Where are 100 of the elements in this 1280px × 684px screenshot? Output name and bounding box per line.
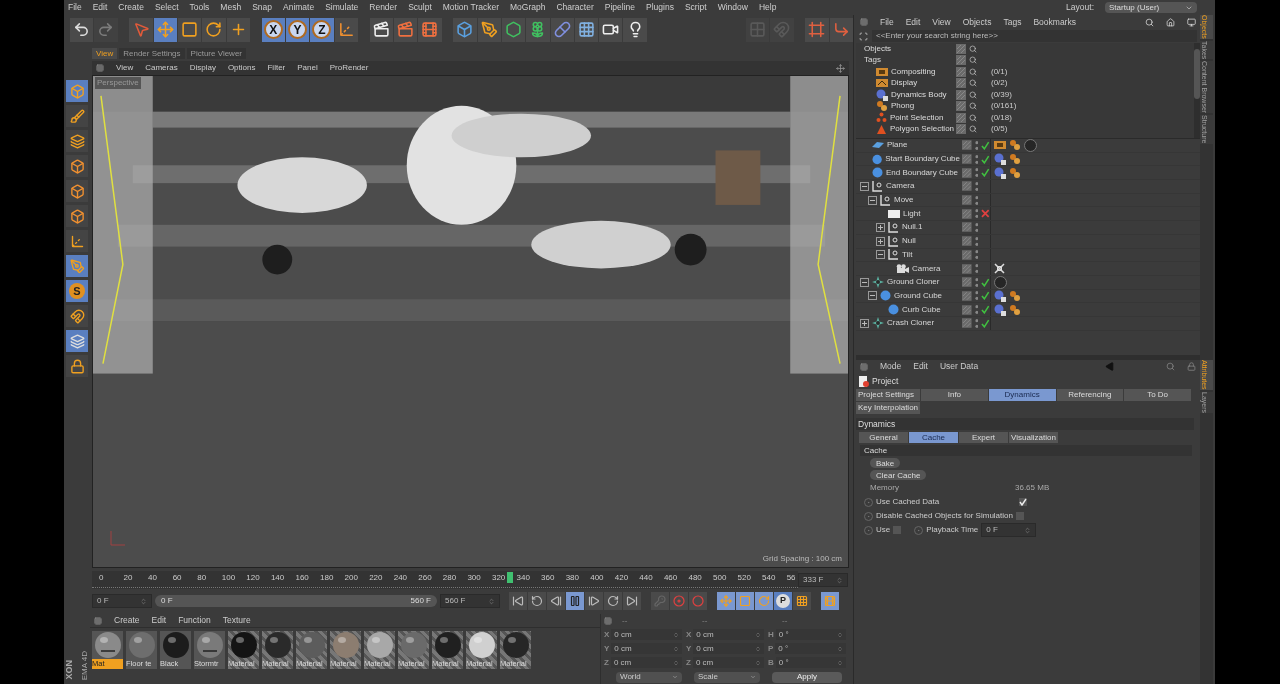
expand-toggle-icon[interactable] [868, 195, 877, 205]
panel-menu-icon[interactable] [860, 362, 868, 371]
check-icon[interactable] [981, 305, 990, 315]
corner-arrow-button[interactable] [829, 17, 853, 42]
tag-icon[interactable] [1009, 153, 1021, 166]
menu-item[interactable]: Simulate [325, 1, 359, 14]
filter-label[interactable]: Compositing [891, 65, 936, 78]
expand-toggle-icon[interactable] [860, 318, 869, 328]
menu-item[interactable]: Help [758, 1, 777, 14]
scrollbar-thumb[interactable] [1194, 49, 1200, 99]
visibility-icon[interactable] [962, 222, 972, 233]
panel-menu-icon[interactable] [94, 616, 102, 625]
attribute-tab[interactable]: Referencing [1056, 389, 1124, 401]
coordinate-field[interactable]: 0 cm [611, 629, 682, 640]
material-menu-item[interactable]: Function [178, 614, 211, 627]
pan-icon[interactable] [836, 63, 845, 73]
pen-tool[interactable] [477, 17, 501, 42]
render-dots-icon[interactable] [974, 167, 979, 179]
playback-time-field[interactable]: 0 F [981, 523, 1037, 537]
visibility-icon[interactable] [962, 318, 972, 329]
visibility-icon[interactable] [962, 154, 972, 165]
check-icon[interactable] [981, 277, 990, 287]
search-icon[interactable] [1145, 17, 1154, 27]
attribute-tab[interactable]: Info [921, 389, 988, 401]
viewport-tab[interactable]: Picture Viewer [186, 48, 246, 59]
render-dots-icon[interactable] [974, 235, 979, 247]
viewport-menu-item[interactable]: Options [227, 62, 256, 74]
render-dots-icon[interactable] [974, 180, 979, 192]
visibility-icon[interactable] [956, 112, 966, 123]
menu-item[interactable]: File [68, 1, 82, 14]
object-name[interactable]: Ground Cube [894, 289, 943, 302]
attribute-tab[interactable]: Key Interpolation [856, 402, 921, 414]
object-menu-item[interactable]: Edit [905, 15, 921, 29]
timeline-ruler[interactable]: 0 20 40 60 80 100 120 140 160 180 200 220 240 260 280 300 320 340 360 380 400 420 440 460 480 500 520 540 56 [92, 571, 798, 589]
tag-icon[interactable] [994, 153, 1006, 166]
object-name[interactable]: Null [902, 235, 916, 248]
visibility-icon[interactable] [962, 195, 972, 206]
filter-label[interactable]: Tags [856, 54, 956, 67]
visibility-icon[interactable] [962, 249, 972, 260]
object-name[interactable]: Crash Cloner [887, 317, 935, 330]
search-icon[interactable] [969, 90, 977, 99]
checkbox[interactable] [1019, 498, 1027, 506]
object-name[interactable]: Tilt [902, 248, 913, 261]
visibility-icon[interactable] [956, 101, 966, 112]
previous-frame-button[interactable] [547, 592, 565, 610]
object-name[interactable]: Camera [912, 262, 941, 275]
viewport-menu-item[interactable]: View [116, 62, 134, 74]
cube-button[interactable] [453, 17, 477, 42]
render-dots-icon[interactable] [974, 208, 979, 220]
render-dots-icon[interactable] [974, 194, 979, 206]
render-dots-icon[interactable] [974, 276, 979, 288]
menu-item[interactable]: Script [684, 1, 707, 14]
frame-button[interactable] [805, 17, 829, 42]
object-menu-item[interactable]: Objects [962, 15, 992, 29]
attribute-tab[interactable]: Project Settings [856, 389, 920, 401]
coordinate-field[interactable]: 0 cm [692, 657, 764, 668]
viewport-menu-item[interactable]: Display [189, 62, 216, 74]
home-icon[interactable] [1166, 17, 1175, 27]
menu-item[interactable]: Edit [92, 1, 108, 14]
visibility-icon[interactable] [956, 78, 966, 89]
cache-button[interactable]: Bake [870, 458, 901, 468]
coordinate-field[interactable]: 0 ° [775, 629, 846, 640]
visibility-icon[interactable] [962, 181, 972, 192]
visibility-icon[interactable] [962, 304, 972, 315]
tag-icon[interactable] [1009, 303, 1021, 316]
attribute-tab[interactable]: Dynamics [988, 389, 1056, 401]
checkbox[interactable] [1015, 512, 1024, 520]
visibility-icon[interactable] [962, 167, 972, 178]
coordinate-dropdown[interactable]: Scale [694, 671, 760, 683]
search-icon[interactable] [969, 44, 977, 53]
filter-label[interactable]: Point Selection [890, 111, 944, 124]
panel-menu-icon[interactable] [860, 18, 868, 26]
search-icon[interactable] [1166, 362, 1175, 371]
menu-item[interactable]: Animate [283, 1, 315, 14]
menu-item[interactable]: Character [556, 1, 594, 14]
visibility-icon[interactable] [962, 263, 972, 274]
tag-icon[interactable] [876, 100, 888, 113]
apply-button[interactable]: Apply [772, 671, 842, 683]
axis-toggle[interactable]: X [261, 17, 285, 42]
material-menu-item[interactable]: Create [114, 614, 140, 627]
axis-toggle[interactable]: Y [285, 17, 310, 42]
menu-item[interactable]: Plugins [646, 1, 674, 14]
check-icon[interactable] [981, 140, 990, 150]
lock-button[interactable] [66, 355, 88, 377]
record-button[interactable] [670, 592, 688, 610]
tag-icon[interactable] [876, 88, 888, 101]
visibility-icon[interactable] [956, 43, 966, 54]
attributes-menu-item[interactable]: Edit [913, 360, 928, 373]
visibility-icon[interactable] [956, 66, 966, 77]
menu-item[interactable]: Sculpt [408, 1, 432, 14]
light-bulb-button[interactable] [623, 17, 647, 42]
menu-item[interactable]: Tools [189, 1, 210, 14]
attributes-menu-item[interactable]: Mode [880, 360, 902, 373]
filter-label[interactable]: Dynamics Body [891, 88, 947, 101]
add-tool[interactable] [226, 17, 250, 42]
object-name[interactable]: Curb Cube [902, 303, 941, 316]
attributes-menu-item[interactable]: User Data [939, 360, 979, 373]
expand-toggle-icon[interactable] [860, 277, 869, 287]
visibility-icon[interactable] [962, 290, 972, 301]
material-tag-icon[interactable] [1024, 139, 1037, 152]
